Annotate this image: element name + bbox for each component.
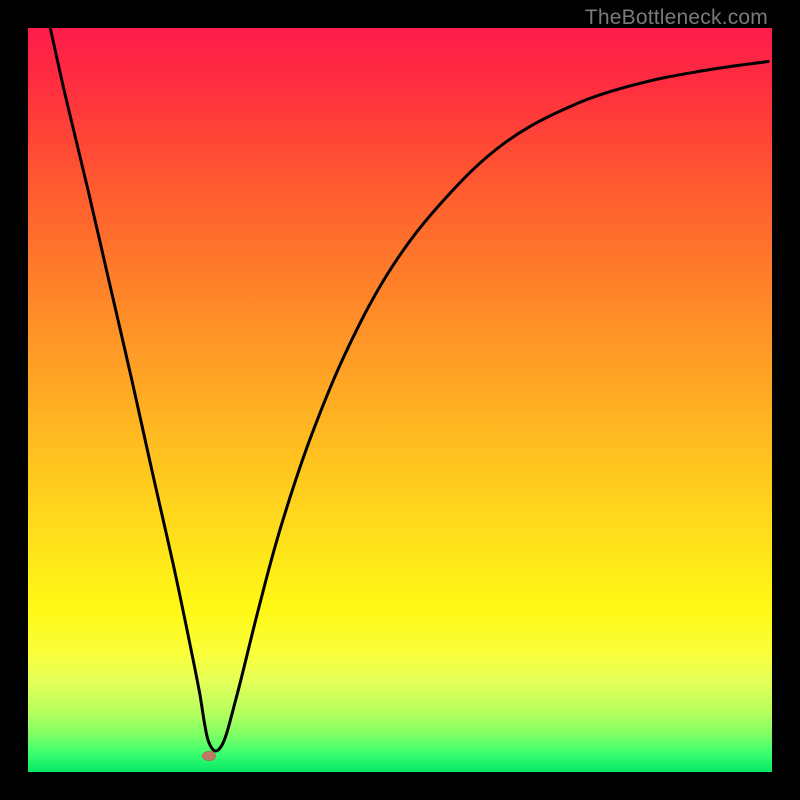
plot-area [28,28,772,772]
bottleneck-curve [50,28,768,751]
minimum-point-marker [202,751,216,761]
curve-layer [28,28,772,772]
chart-frame: TheBottleneck.com [0,0,800,800]
watermark-text: TheBottleneck.com [585,6,768,30]
